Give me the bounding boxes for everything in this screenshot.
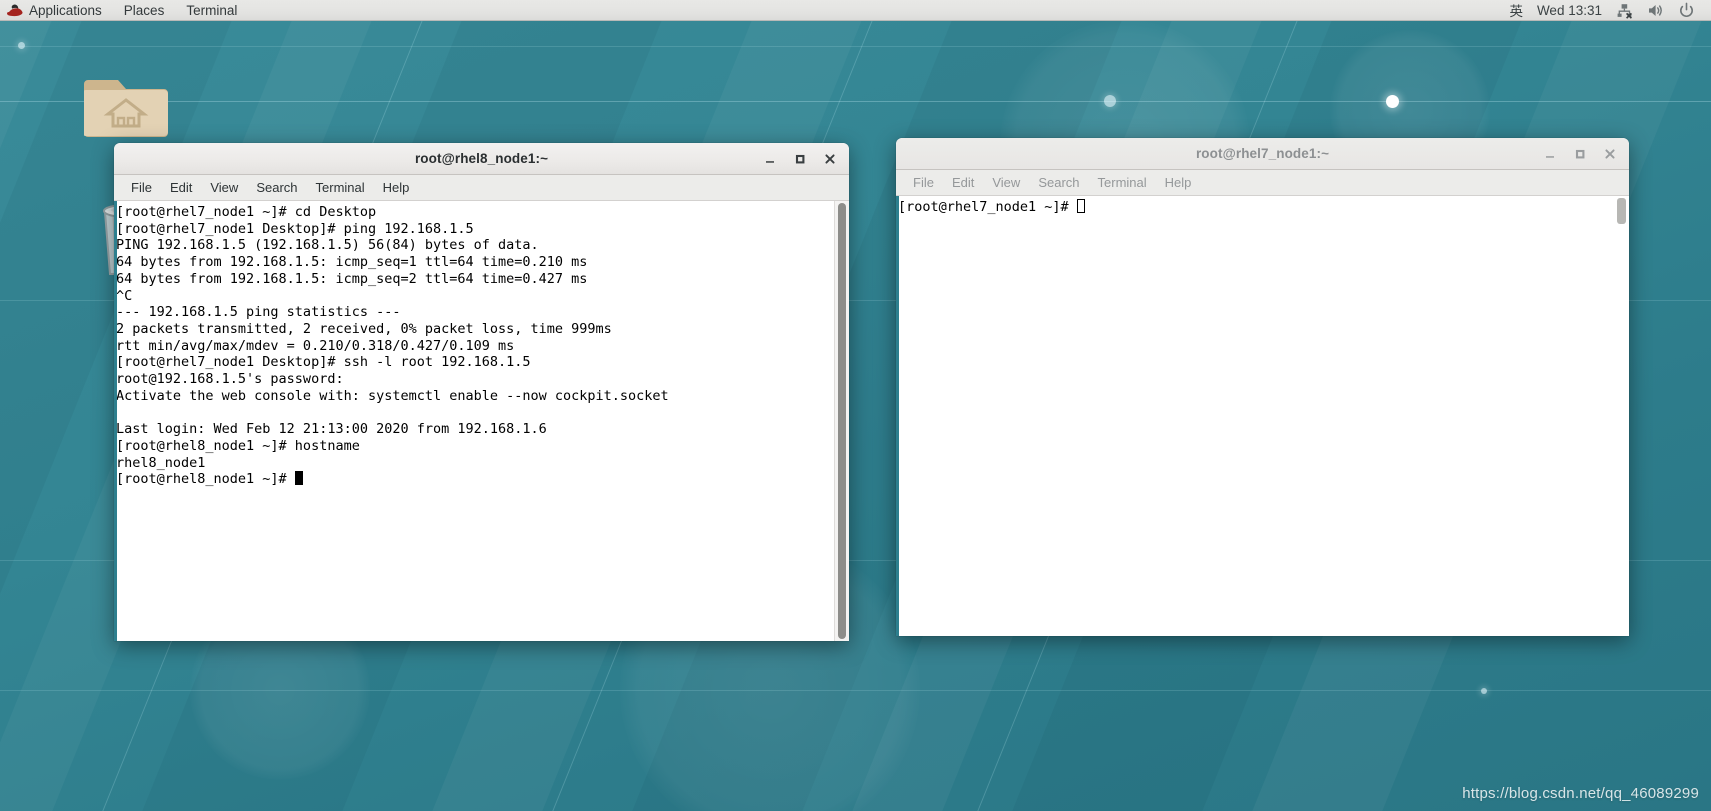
terminal-prompt: [root@rhel7_node1 ~]#: [898, 199, 1077, 215]
menu-view[interactable]: View: [983, 170, 1029, 195]
terminal-scrollbar-rhel8[interactable]: [834, 201, 849, 641]
terminal-window-rhel8[interactable]: root@rhel8_node1:~ File Edit View Search…: [114, 143, 849, 641]
power-icon[interactable]: [1671, 0, 1702, 20]
menu-help[interactable]: Help: [374, 175, 419, 200]
terminal-line: 64 bytes from 192.168.1.5: icmp_seq=2 tt…: [116, 270, 588, 287]
menu-terminal[interactable]: Terminal: [307, 175, 374, 200]
window-title-rhel8: root@rhel8_node1:~: [414, 151, 549, 166]
terminal-line: [root@rhel7_node1 Desktop]# ssh -l root …: [116, 354, 531, 371]
watermark: https://blog.csdn.net/qq_46089299: [1462, 785, 1699, 802]
network-disconnected-icon[interactable]: [1609, 0, 1640, 20]
minimize-button[interactable]: [1537, 141, 1563, 167]
terminal-line: ^C: [116, 287, 133, 304]
menu-edit[interactable]: Edit: [161, 175, 201, 200]
home-folder-icon: [78, 66, 174, 143]
terminal-line: [root@rhel8_node1 ~]# hostname: [116, 437, 360, 454]
terminal-line: 2 packets transmitted, 2 received, 0% pa…: [116, 320, 612, 337]
terminal-line: Last login: Wed Feb 12 21:13:00 2020 fro…: [116, 421, 547, 438]
minimize-button[interactable]: [757, 146, 783, 172]
menu-help[interactable]: Help: [1156, 170, 1201, 195]
menu-search[interactable]: Search: [1029, 170, 1088, 195]
terminal-line: Activate the web console with: systemctl…: [116, 387, 669, 404]
terminal-window-menu[interactable]: Terminal: [175, 0, 248, 20]
menubar-rhel7: File Edit View Search Terminal Help: [896, 170, 1629, 196]
terminal-prompt-line: [root@rhel8_node1 ~]#: [116, 471, 834, 488]
clock-label: Wed 13:31: [1536, 2, 1602, 18]
menu-edit[interactable]: Edit: [943, 170, 983, 195]
titlebar-rhel7[interactable]: root@rhel7_node1:~: [896, 138, 1629, 170]
panel-tray-group: 英 Wed 13:31: [1502, 0, 1711, 20]
window-controls-rhel8: [757, 143, 843, 174]
menu-search[interactable]: Search: [247, 175, 306, 200]
window-controls-rhel7: [1537, 138, 1623, 169]
maximize-button[interactable]: [1567, 141, 1593, 167]
terminal-line: rhel8_node1: [116, 454, 206, 471]
terminal-prompt-line: [root@rhel7_node1 ~]#: [898, 199, 1614, 216]
clock[interactable]: Wed 13:31: [1530, 0, 1609, 20]
scrollbar-thumb[interactable]: [1617, 198, 1626, 224]
titlebar-rhel8[interactable]: root@rhel8_node1:~: [114, 143, 849, 175]
power-glyph: [1680, 2, 1693, 17]
terminal-left-edge: [114, 201, 117, 641]
panel-left-group: Applications Places Terminal: [0, 0, 248, 20]
terminal-line: root@192.168.1.5's password:: [116, 371, 344, 388]
scrollbar-thumb[interactable]: [838, 203, 846, 639]
terminal-scrollbar-rhel7[interactable]: [1614, 196, 1629, 636]
menubar-rhel8: File Edit View Search Terminal Help: [114, 175, 849, 201]
menu-file[interactable]: File: [122, 175, 161, 200]
terminal-body-rhel7[interactable]: [root@rhel7_node1 ~]#: [896, 196, 1629, 636]
terminal-window-menu-label: Terminal: [186, 2, 238, 18]
terminal-cursor: [294, 471, 303, 486]
terminal-window-rhel7[interactable]: root@rhel7_node1:~ File Edit View Search…: [896, 138, 1629, 636]
menu-terminal[interactable]: Terminal: [1089, 170, 1156, 195]
terminal-line: rtt min/avg/max/mdev = 0.210/0.318/0.427…: [116, 337, 515, 354]
input-method-indicator[interactable]: 英: [1502, 0, 1530, 20]
terminal-output-rhel7[interactable]: [root@rhel7_node1 ~]#: [896, 196, 1614, 636]
applications-menu[interactable]: Applications: [0, 0, 113, 20]
places-menu[interactable]: Places: [113, 0, 176, 20]
terminal-line: --- 192.168.1.5 ping statistics ---: [116, 304, 401, 321]
terminal-body-rhel8[interactable]: [root@rhel7_node1 ~]# cd Desktop [root@rh…: [114, 201, 849, 641]
terminal-line: 64 bytes from 192.168.1.5: icmp_seq=1 tt…: [116, 254, 588, 271]
volume-icon[interactable]: [1640, 0, 1671, 20]
terminal-prompt: [root@rhel8_node1 ~]#: [116, 471, 295, 488]
applications-menu-label: Applications: [29, 2, 102, 18]
terminal-line: PING 192.168.1.5 (192.168.1.5) 56(84) by…: [116, 237, 539, 254]
network-disconnected-glyph: [1617, 3, 1633, 19]
input-method-label: 英: [1509, 4, 1523, 19]
menu-view[interactable]: View: [201, 175, 247, 200]
redhat-logo-icon: [6, 4, 24, 17]
terminal-left-edge: [896, 196, 899, 636]
close-button[interactable]: [817, 146, 843, 172]
close-button[interactable]: [1597, 141, 1623, 167]
top-panel: Applications Places Terminal 英 Wed 13:31: [0, 0, 1711, 21]
volume-glyph: [1649, 4, 1662, 16]
terminal-cursor: [1076, 199, 1085, 213]
window-title-rhel7: root@rhel7_node1:~: [1195, 146, 1330, 161]
maximize-button[interactable]: [787, 146, 813, 172]
menu-file[interactable]: File: [904, 170, 943, 195]
terminal-line: [root@rhel7_node1 ~]# cd Desktop: [116, 204, 377, 220]
terminal-output-rhel8[interactable]: [root@rhel7_node1 ~]# cd Desktop [root@rh…: [114, 201, 834, 641]
places-menu-label: Places: [123, 2, 165, 18]
terminal-line: [root@rhel7_node1 Desktop]# ping 192.168…: [116, 220, 474, 237]
